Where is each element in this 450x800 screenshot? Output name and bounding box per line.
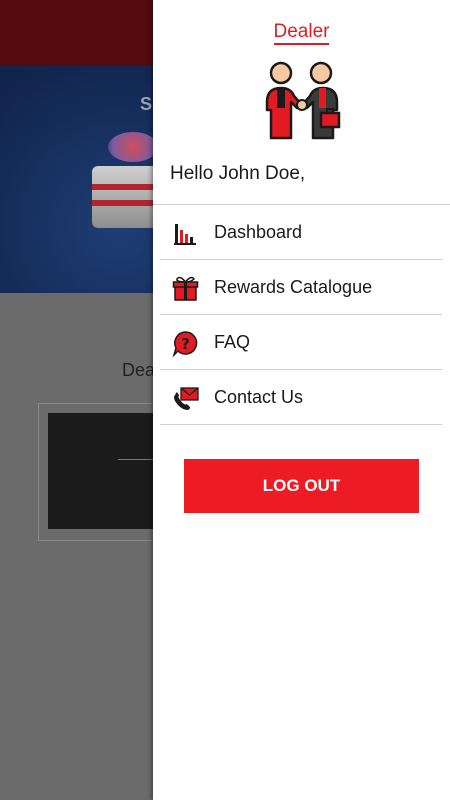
greeting-text: Hello John Doe, [170,163,306,184]
menu-item-dashboard[interactable]: Dashboard [160,205,442,260]
logout-button[interactable]: LOG OUT [184,459,419,513]
menu-item-label: Rewards Catalogue [214,277,373,297]
bar-chart-icon [174,224,196,245]
background-banner-graphic [108,132,158,162]
background-video [48,413,158,529]
background-label: Dea [122,360,156,380]
question-icon: ? [172,331,198,357]
background-product-image [92,166,162,228]
dealer-handshake-icon [265,61,341,140]
menu-item-label: Dashboard [214,222,303,242]
menu-item-label: FAQ [214,332,251,352]
navigation-drawer: Dealer Hello John Doe, Dashboard Rewards… [153,0,450,800]
svg-text:?: ? [181,335,190,353]
menu-item-contact-us[interactable]: Contact Us [160,370,442,425]
drawer-menu: Dashboard Rewards Catalogue ? FAQ Contac… [160,205,442,425]
menu-item-faq[interactable]: ? FAQ [160,315,442,370]
menu-item-label: Contact Us [214,387,304,407]
menu-item-rewards-catalogue[interactable]: Rewards Catalogue [160,260,442,315]
drawer-title-text: Dealer [273,21,330,45]
gift-icon [172,276,199,301]
drawer-title: Dealer [153,21,450,45]
phone-mail-icon [174,387,199,410]
background-banner-text: S [140,94,153,114]
